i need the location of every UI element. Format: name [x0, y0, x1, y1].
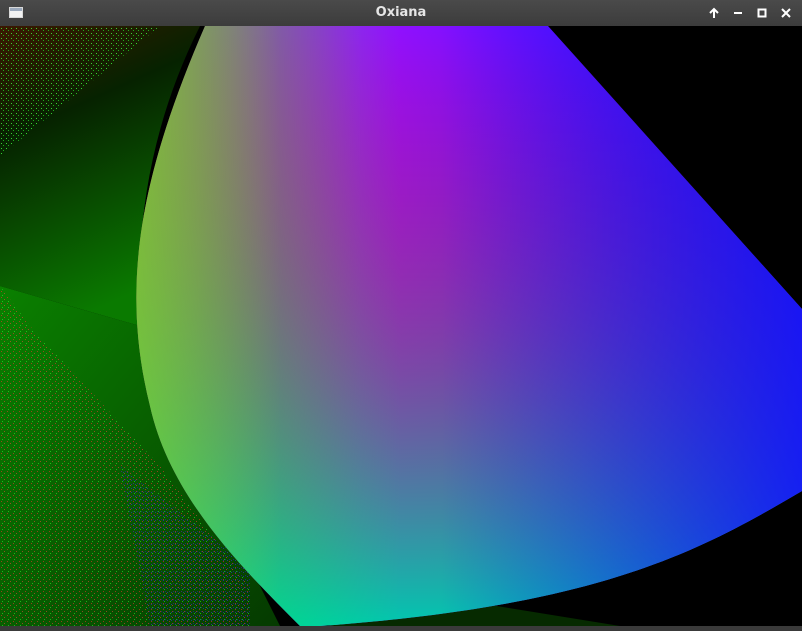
render-canvas[interactable]	[0, 26, 802, 626]
window-bottom-border	[0, 626, 802, 631]
close-icon	[781, 8, 791, 18]
arrow-up-icon	[709, 7, 719, 18]
minimize-button[interactable]	[726, 3, 750, 23]
window-controls	[702, 0, 798, 26]
maximize-icon	[757, 8, 767, 18]
keep-above-button[interactable]	[702, 3, 726, 23]
close-button[interactable]	[774, 3, 798, 23]
maximize-button[interactable]	[750, 3, 774, 23]
app-window: Oxiana	[0, 0, 802, 631]
window-title: Oxiana	[375, 5, 427, 20]
minimize-icon	[734, 12, 742, 14]
title-bar[interactable]: Oxiana	[0, 0, 802, 27]
